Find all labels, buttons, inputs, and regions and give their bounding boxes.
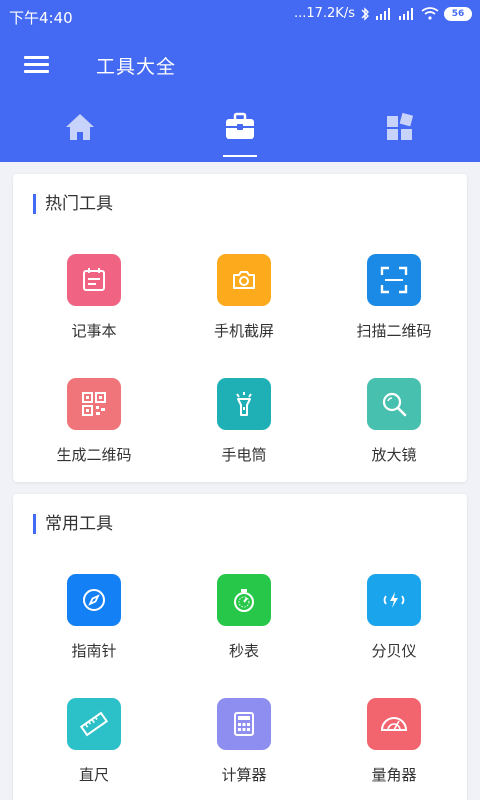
tool-label: 生成二维码 <box>56 446 132 464</box>
app-header: 下午4:40 ...17.2K/s 56 工具大全 <box>0 0 480 162</box>
tool-magnifier[interactable]: 放大镜 <box>319 378 469 478</box>
tool-label: 放大镜 <box>371 446 417 464</box>
tool-label: 秒表 <box>228 642 259 660</box>
tool-calculator[interactable]: 计算器 <box>169 698 319 798</box>
tool-label: 手电筒 <box>221 446 267 464</box>
tab-selected-indicator <box>223 155 257 157</box>
bluetooth-icon <box>360 6 370 21</box>
scan-icon <box>367 254 421 306</box>
section-title-common: 常用工具 <box>33 514 113 534</box>
network-speed: ...17.2K/s <box>293 6 355 21</box>
status-bar: 下午4:40 ...17.2K/s 56 <box>0 0 480 32</box>
tool-scan-qrcode[interactable]: 扫描二维码 <box>319 254 469 354</box>
tool-decibel[interactable]: 分贝仪 <box>319 574 469 674</box>
tool-label: 手机截屏 <box>213 322 274 340</box>
camera-icon <box>217 254 271 306</box>
tool-screenshot[interactable]: 手机截屏 <box>169 254 319 354</box>
tool-protractor[interactable]: 量角器 <box>319 698 469 798</box>
tool-generate-qrcode[interactable]: 生成二维码 <box>19 378 169 478</box>
wifi-icon <box>421 7 439 20</box>
cell-signal-icon <box>375 7 393 20</box>
tool-label: 扫描二维码 <box>356 322 432 340</box>
apps-grid-icon <box>385 112 415 142</box>
magnifier-icon <box>367 378 421 430</box>
title-bar: 工具大全 <box>0 32 480 98</box>
compass-icon <box>67 574 121 626</box>
home-icon <box>64 112 96 142</box>
tab-home[interactable] <box>0 98 160 162</box>
common-tools-card: 常用工具 指南针 秒表 分贝仪 直尺 计算器 量角器 <box>13 494 467 800</box>
qrcode-icon <box>67 378 121 430</box>
menu-button[interactable] <box>18 50 56 80</box>
stopwatch-icon <box>217 574 271 626</box>
tool-notepad[interactable]: 记事本 <box>19 254 169 354</box>
tab-bar <box>0 98 480 162</box>
tool-label: 直尺 <box>78 766 109 784</box>
tool-label: 指南针 <box>71 642 117 660</box>
tool-label: 计算器 <box>221 766 267 784</box>
hot-tools-card: 热门工具 记事本 手机截屏 扫描二维码 生成二维码 手电筒 放大镜 <box>13 174 467 482</box>
calculator-icon <box>217 698 271 750</box>
tool-compass[interactable]: 指南针 <box>19 574 169 674</box>
cell-signal-icon-2 <box>398 7 416 20</box>
notepad-icon <box>67 254 121 306</box>
tool-stopwatch[interactable]: 秒表 <box>169 574 319 674</box>
battery-icon: 56 <box>444 6 472 21</box>
status-time: 下午4:40 <box>9 9 73 27</box>
section-title-hot: 热门工具 <box>33 194 113 214</box>
tool-label: 分贝仪 <box>371 642 417 660</box>
decibel-icon <box>367 574 421 626</box>
tool-label: 记事本 <box>71 322 117 340</box>
status-indicators: ...17.2K/s 56 <box>294 6 472 21</box>
tab-tools[interactable] <box>160 98 320 162</box>
protractor-icon <box>367 698 421 750</box>
tool-ruler[interactable]: 直尺 <box>19 698 169 798</box>
flashlight-icon <box>217 378 271 430</box>
ruler-icon <box>67 698 121 750</box>
tool-flashlight[interactable]: 手电筒 <box>169 378 319 478</box>
page-title: 工具大全 <box>96 56 177 78</box>
toolbox-icon <box>224 112 256 142</box>
tab-apps[interactable] <box>320 98 480 162</box>
tool-label: 量角器 <box>371 766 417 784</box>
